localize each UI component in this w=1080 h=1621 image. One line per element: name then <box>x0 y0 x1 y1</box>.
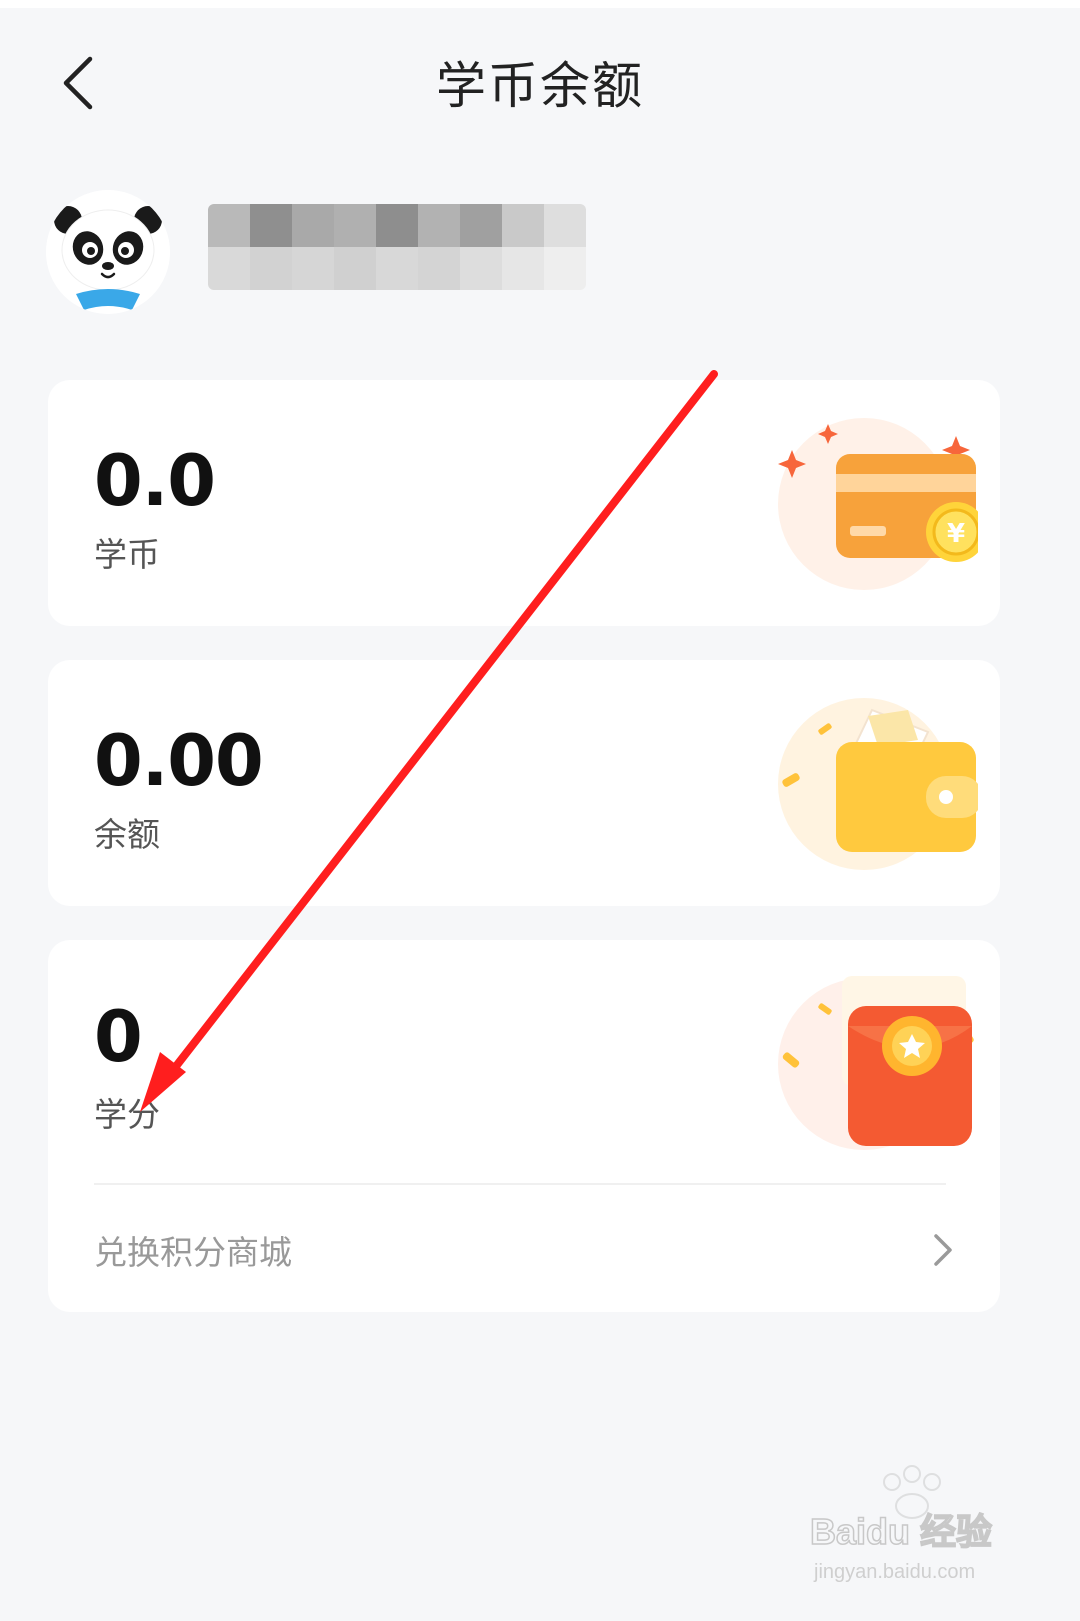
baidu-jingyan-watermark: Baidu 经验 jingyan.baidu.com <box>809 1465 993 1583</box>
coin-label: 学币 <box>94 535 160 574</box>
page-title: 学币余额 <box>436 57 644 115</box>
balance-card[interactable]: 0.00 余额 % <box>48 660 1000 906</box>
username-redacted <box>208 204 586 290</box>
red-envelope-icon <box>778 976 974 1150</box>
wallet-icon: % <box>778 698 978 870</box>
coin-value: 0.0 <box>94 440 216 522</box>
page-header: 学币余额 <box>0 8 1080 158</box>
exchange-points-mall-link[interactable]: 兑换积分商城 <box>48 1186 1000 1312</box>
balance-label: 余额 <box>94 815 160 854</box>
svg-text:¥: ¥ <box>947 519 965 549</box>
card-divider <box>94 1183 946 1185</box>
chevron-right-icon <box>934 1234 952 1266</box>
avatar[interactable] <box>46 190 170 314</box>
coin-card[interactable]: 0.0 学币 ¥ <box>48 380 1000 626</box>
credit-card-coin-icon: ¥ <box>778 418 978 590</box>
balance-value: 0.00 <box>94 720 264 802</box>
watermark-url: jingyan.baidu.com <box>813 1561 975 1583</box>
panda-avatar-icon <box>46 190 170 314</box>
exchange-label: 兑换积分商城 <box>94 1233 292 1272</box>
credit-value: 0 <box>94 996 143 1078</box>
credit-label: 学分 <box>94 1095 160 1134</box>
watermark-brand: Baidu 经验 <box>810 1511 992 1552</box>
user-info <box>46 180 1046 320</box>
status-bar-edge <box>0 0 1080 8</box>
credit-card: 0 学分 兑换积分商城 <box>48 940 1000 1312</box>
